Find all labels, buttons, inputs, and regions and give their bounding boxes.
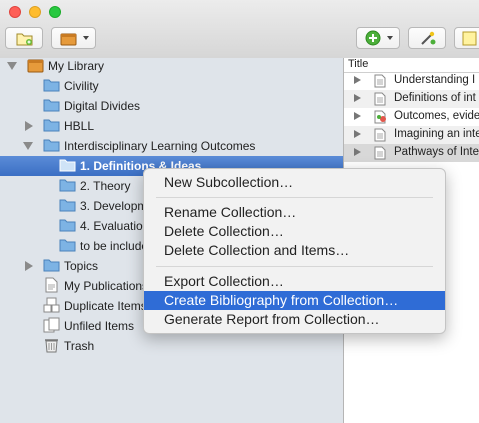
item-title: Imagining an inte [394, 128, 479, 140]
folder-icon [43, 259, 60, 272]
journal-article-icon [374, 146, 386, 160]
disclosure-triangle-icon[interactable] [25, 261, 33, 271]
expand-triangle-icon[interactable] [354, 94, 361, 102]
unfiled-items-icon [43, 317, 60, 333]
tree-item-interdisciplinary-learning-outcomes[interactable]: Interdisciplinary Learning Outcomes [0, 136, 343, 156]
close-window-button[interactable] [9, 6, 21, 18]
tree-item-label: Topics [64, 259, 99, 273]
zoom-window-button[interactable] [49, 6, 61, 18]
folder-icon [43, 119, 60, 132]
window-toolbar [0, 0, 479, 59]
chevron-down-icon [387, 36, 393, 40]
tree-item-label: 3. Developm [80, 199, 148, 213]
tree-item-label: to be include [80, 239, 149, 253]
disclosure-triangle-icon[interactable] [25, 121, 33, 131]
new-library-icon [60, 33, 77, 46]
item-row[interactable]: Definitions of int [344, 90, 479, 108]
folder-icon [59, 219, 76, 232]
expand-triangle-icon[interactable] [354, 130, 361, 138]
tree-item-label: Unfiled Items [64, 319, 135, 333]
folder-icon [43, 139, 60, 152]
item-row[interactable]: Imagining an inte [344, 126, 479, 144]
tree-item-label: Civility [64, 79, 99, 93]
tree-item-label: HBLL [64, 119, 95, 133]
item-row[interactable]: Pathways of Inte [344, 144, 479, 162]
menu-item-label: Create Bibliography from Collection… [164, 292, 399, 308]
report-icon [374, 110, 386, 124]
journal-article-icon [374, 92, 386, 106]
tree-item-digital-divides[interactable]: Digital Divides [0, 96, 343, 116]
menu-item-label: Delete Collection and Items… [164, 242, 350, 258]
disclosure-triangle-icon[interactable] [23, 142, 33, 150]
item-row[interactable]: Outcomes, evide [344, 108, 479, 126]
menu-separator [156, 197, 433, 198]
tree-item-label: Interdisciplinary Learning Outcomes [64, 139, 256, 153]
folder-icon [59, 159, 76, 172]
disclosure-triangle-icon[interactable] [7, 62, 17, 70]
expand-triangle-icon[interactable] [354, 76, 361, 84]
folder-icon [43, 99, 60, 112]
folder-icon [43, 79, 60, 92]
tree-item-label: 2. Theory [80, 179, 131, 193]
tree-item-label: 4. Evaluation [80, 219, 150, 233]
tree-item-hbll[interactable]: HBLL [0, 116, 343, 136]
menu-item-new-subcollection[interactable]: New Subcollection… [144, 173, 445, 192]
menu-item-create-bibliography[interactable]: Create Bibliography from Collection… [144, 291, 445, 310]
menu-item-label: Rename Collection… [164, 204, 297, 220]
expand-triangle-icon[interactable] [354, 148, 361, 156]
tree-item-my-library[interactable]: My Library [0, 58, 343, 76]
add-circle-icon [365, 30, 381, 46]
add-by-identifier-button[interactable] [408, 27, 446, 49]
tree-item-label: Trash [64, 339, 95, 353]
context-menu: New Subcollection… Rename Collection… De… [143, 168, 446, 334]
new-library-button[interactable] [51, 27, 96, 49]
magic-wand-icon [421, 31, 436, 45]
item-row[interactable]: Understanding I [344, 72, 479, 90]
chevron-down-icon [83, 36, 89, 40]
folder-icon [59, 199, 76, 212]
minimize-window-button[interactable] [29, 6, 41, 18]
document-icon [45, 277, 58, 293]
expand-triangle-icon[interactable] [354, 112, 361, 120]
menu-item-rename-collection[interactable]: Rename Collection… [144, 203, 445, 222]
menu-item-label: Export Collection… [164, 273, 284, 289]
item-title: Pathways of Inte [394, 146, 479, 158]
menu-separator [156, 266, 433, 267]
journal-article-icon [374, 74, 386, 88]
menu-item-export-collection[interactable]: Export Collection… [144, 272, 445, 291]
menu-item-label: New Subcollection… [164, 174, 294, 190]
tree-item-label: Duplicate Items [64, 299, 147, 313]
column-header-label: Title [348, 58, 369, 70]
library-icon [27, 59, 44, 73]
new-note-icon [462, 31, 477, 46]
item-title: Outcomes, evide [394, 110, 479, 122]
new-collection-icon [16, 33, 33, 46]
duplicate-items-icon [43, 297, 60, 313]
journal-article-icon [374, 128, 386, 142]
folder-icon [59, 179, 76, 192]
tree-item-label: My Library [48, 59, 105, 73]
tree-item-label: My Publications [64, 279, 149, 293]
menu-item-label: Delete Collection… [164, 223, 284, 239]
trash-icon [45, 339, 58, 353]
column-header-title[interactable]: Title [344, 58, 479, 73]
tree-item-trash[interactable]: Trash [0, 336, 343, 356]
menu-item-label: Generate Report from Collection… [164, 311, 380, 327]
folder-icon [59, 239, 76, 252]
item-title: Definitions of int [394, 92, 476, 104]
menu-item-generate-report[interactable]: Generate Report from Collection… [144, 310, 445, 329]
menu-item-delete-collection-and-items[interactable]: Delete Collection and Items… [144, 241, 445, 260]
tree-item-label: Digital Divides [64, 99, 141, 113]
tree-item-civility[interactable]: Civility [0, 76, 343, 96]
new-collection-button[interactable] [5, 27, 43, 49]
new-item-button[interactable] [356, 27, 400, 49]
menu-item-delete-collection[interactable]: Delete Collection… [144, 222, 445, 241]
new-note-button[interactable] [454, 27, 479, 49]
item-title: Understanding I [394, 74, 476, 86]
